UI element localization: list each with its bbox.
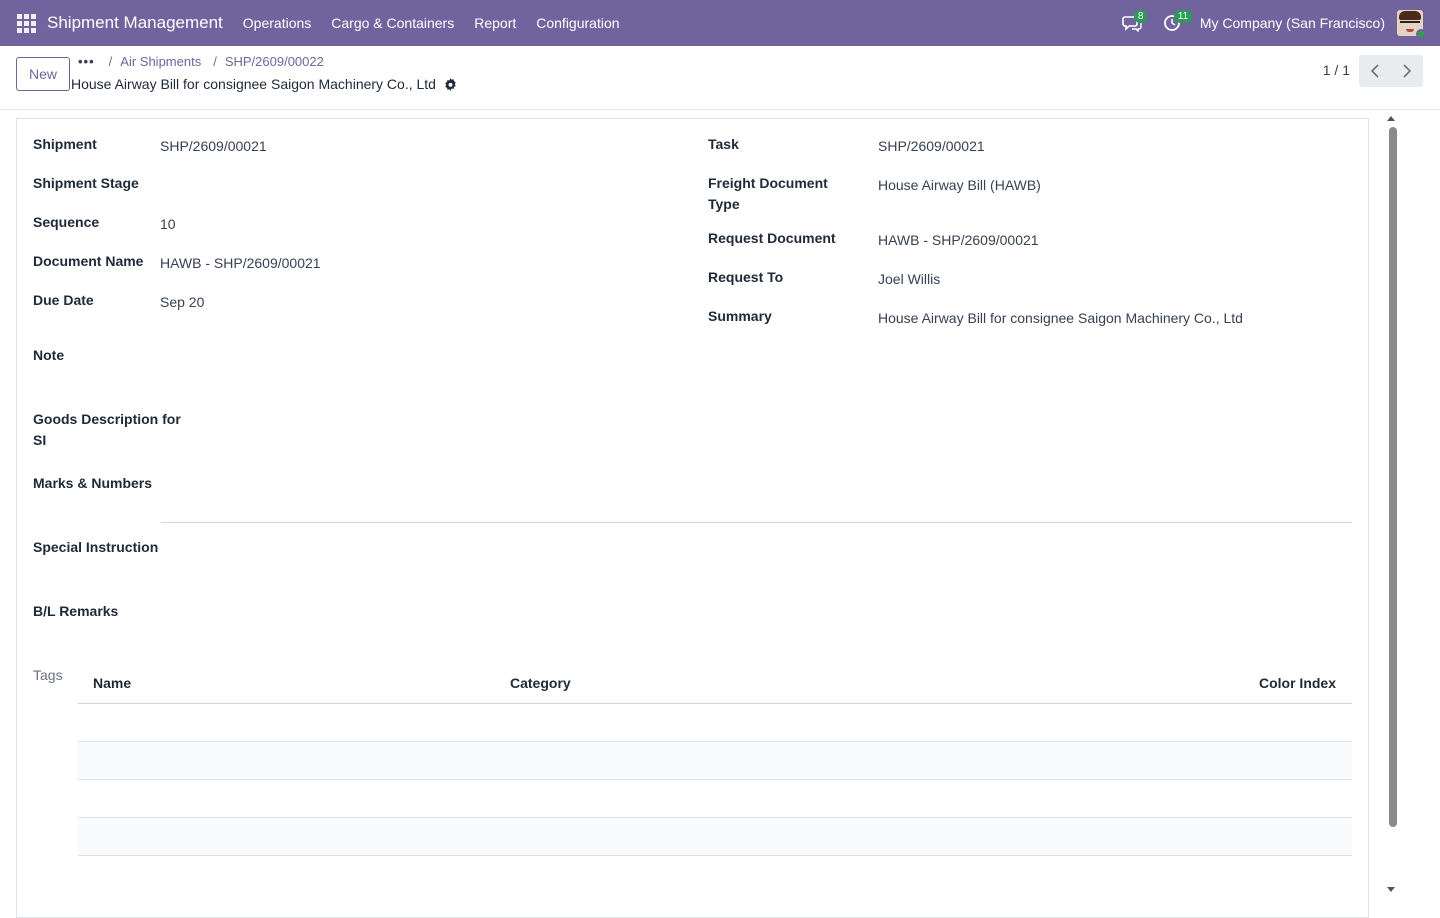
messages-badge: 8	[1133, 10, 1148, 23]
chevron-right-icon	[1403, 64, 1412, 78]
tags-table: Name Category Color Index	[78, 665, 1352, 856]
activities-badge: 11	[1173, 10, 1193, 23]
user-avatar[interactable]	[1397, 10, 1426, 39]
activities-clock-icon[interactable]: 11	[1152, 0, 1193, 46]
online-status-icon	[1416, 29, 1426, 39]
label-request-document: Request Document	[708, 230, 836, 246]
field-summary[interactable]: House Airway Bill for consignee Saigon M…	[878, 308, 1243, 329]
menu-operations[interactable]: Operations	[233, 0, 321, 46]
chevron-left-icon	[1370, 64, 1379, 78]
field-due-date[interactable]: Sep 20	[160, 292, 204, 313]
label-due-date: Due Date	[33, 292, 94, 308]
field-document-name[interactable]: HAWB - SHP/2609/00021	[160, 253, 321, 274]
field-task[interactable]: SHP/2609/00021	[878, 136, 985, 157]
label-special-instruction: Special Instruction	[33, 539, 159, 555]
pager-next-button[interactable]	[1391, 55, 1423, 87]
field-shipment[interactable]: SHP/2609/00021	[160, 136, 267, 157]
pager-previous-button[interactable]	[1359, 55, 1391, 87]
breadcrumb: ••• / Air Shipments / SHP/2609/00022	[76, 54, 324, 69]
breadcrumb-shipment[interactable]: SHP/2609/00022	[225, 54, 324, 69]
label-task: Task	[708, 136, 739, 152]
scroll-up-arrow-icon[interactable]	[1386, 114, 1396, 122]
company-switcher[interactable]: My Company (San Francisco)	[1200, 15, 1385, 31]
breadcrumb-separator: /	[108, 54, 113, 69]
column-color-index[interactable]: Color Index	[1259, 675, 1336, 691]
breadcrumb-separator: /	[213, 54, 217, 69]
label-bl-remarks: B/L Remarks	[33, 603, 119, 619]
label-shipment: Shipment	[33, 136, 97, 152]
tags-table-header: Name Category Color Index	[78, 665, 1352, 704]
breadcrumb-air-shipments[interactable]: Air Shipments	[120, 54, 201, 69]
column-name[interactable]: Name	[93, 675, 131, 691]
field-freight-document-type[interactable]: House Airway Bill (HAWB)	[878, 175, 1041, 196]
label-shipment-stage: Shipment Stage	[33, 175, 139, 191]
new-button[interactable]: New	[16, 57, 71, 91]
table-row[interactable]	[78, 742, 1352, 780]
tags-label: Tags	[33, 667, 63, 683]
top-navbar: Shipment Management Operations Cargo & C…	[0, 0, 1440, 46]
label-request-to: Request To	[708, 269, 784, 285]
label-summary: Summary	[708, 308, 772, 324]
menu-cargo-containers[interactable]: Cargo & Containers	[321, 0, 464, 46]
label-freight-document-type-line2: Type	[708, 196, 740, 212]
label-marks-numbers: Marks & Numbers	[33, 475, 153, 491]
messages-icon[interactable]: 8	[1112, 0, 1152, 46]
label-note: Note	[33, 347, 65, 363]
label-document-name: Document Name	[33, 253, 144, 269]
menu-report[interactable]: Report	[464, 0, 526, 46]
gear-icon[interactable]	[444, 77, 458, 91]
label-goods-description: Goods Description for	[33, 411, 181, 427]
pager-value[interactable]: 1 / 1	[1323, 62, 1350, 78]
table-row[interactable]	[78, 704, 1352, 742]
field-request-to[interactable]: Joel Willis	[878, 269, 940, 290]
record-title: House Airway Bill for consignee Saigon M…	[71, 76, 436, 92]
app-title[interactable]: Shipment Management	[47, 13, 223, 33]
label-goods-description-line2: SI	[33, 432, 47, 448]
table-row[interactable]	[78, 780, 1352, 818]
field-sequence[interactable]: 10	[160, 214, 176, 235]
control-panel: New ••• / Air Shipments / SHP/2609/00022…	[0, 46, 1440, 110]
field-request-document[interactable]: HAWB - SHP/2609/00021	[878, 230, 1039, 251]
systray: 8 11 My Company (San Francisco)	[1112, 0, 1440, 46]
marks-numbers-input-line[interactable]	[161, 522, 1352, 523]
vertical-scrollbar[interactable]	[1389, 127, 1397, 827]
breadcrumb-more-button[interactable]: •••	[76, 54, 97, 69]
column-category[interactable]: Category	[510, 675, 571, 691]
record-title-row: House Airway Bill for consignee Saigon M…	[71, 76, 458, 92]
menu-configuration[interactable]: Configuration	[526, 0, 629, 46]
label-freight-document-type: Freight Document	[708, 175, 828, 191]
label-sequence: Sequence	[33, 214, 100, 230]
scroll-down-arrow-icon[interactable]	[1386, 886, 1396, 894]
apps-menu-icon[interactable]	[10, 0, 42, 46]
table-row[interactable]	[78, 818, 1352, 856]
